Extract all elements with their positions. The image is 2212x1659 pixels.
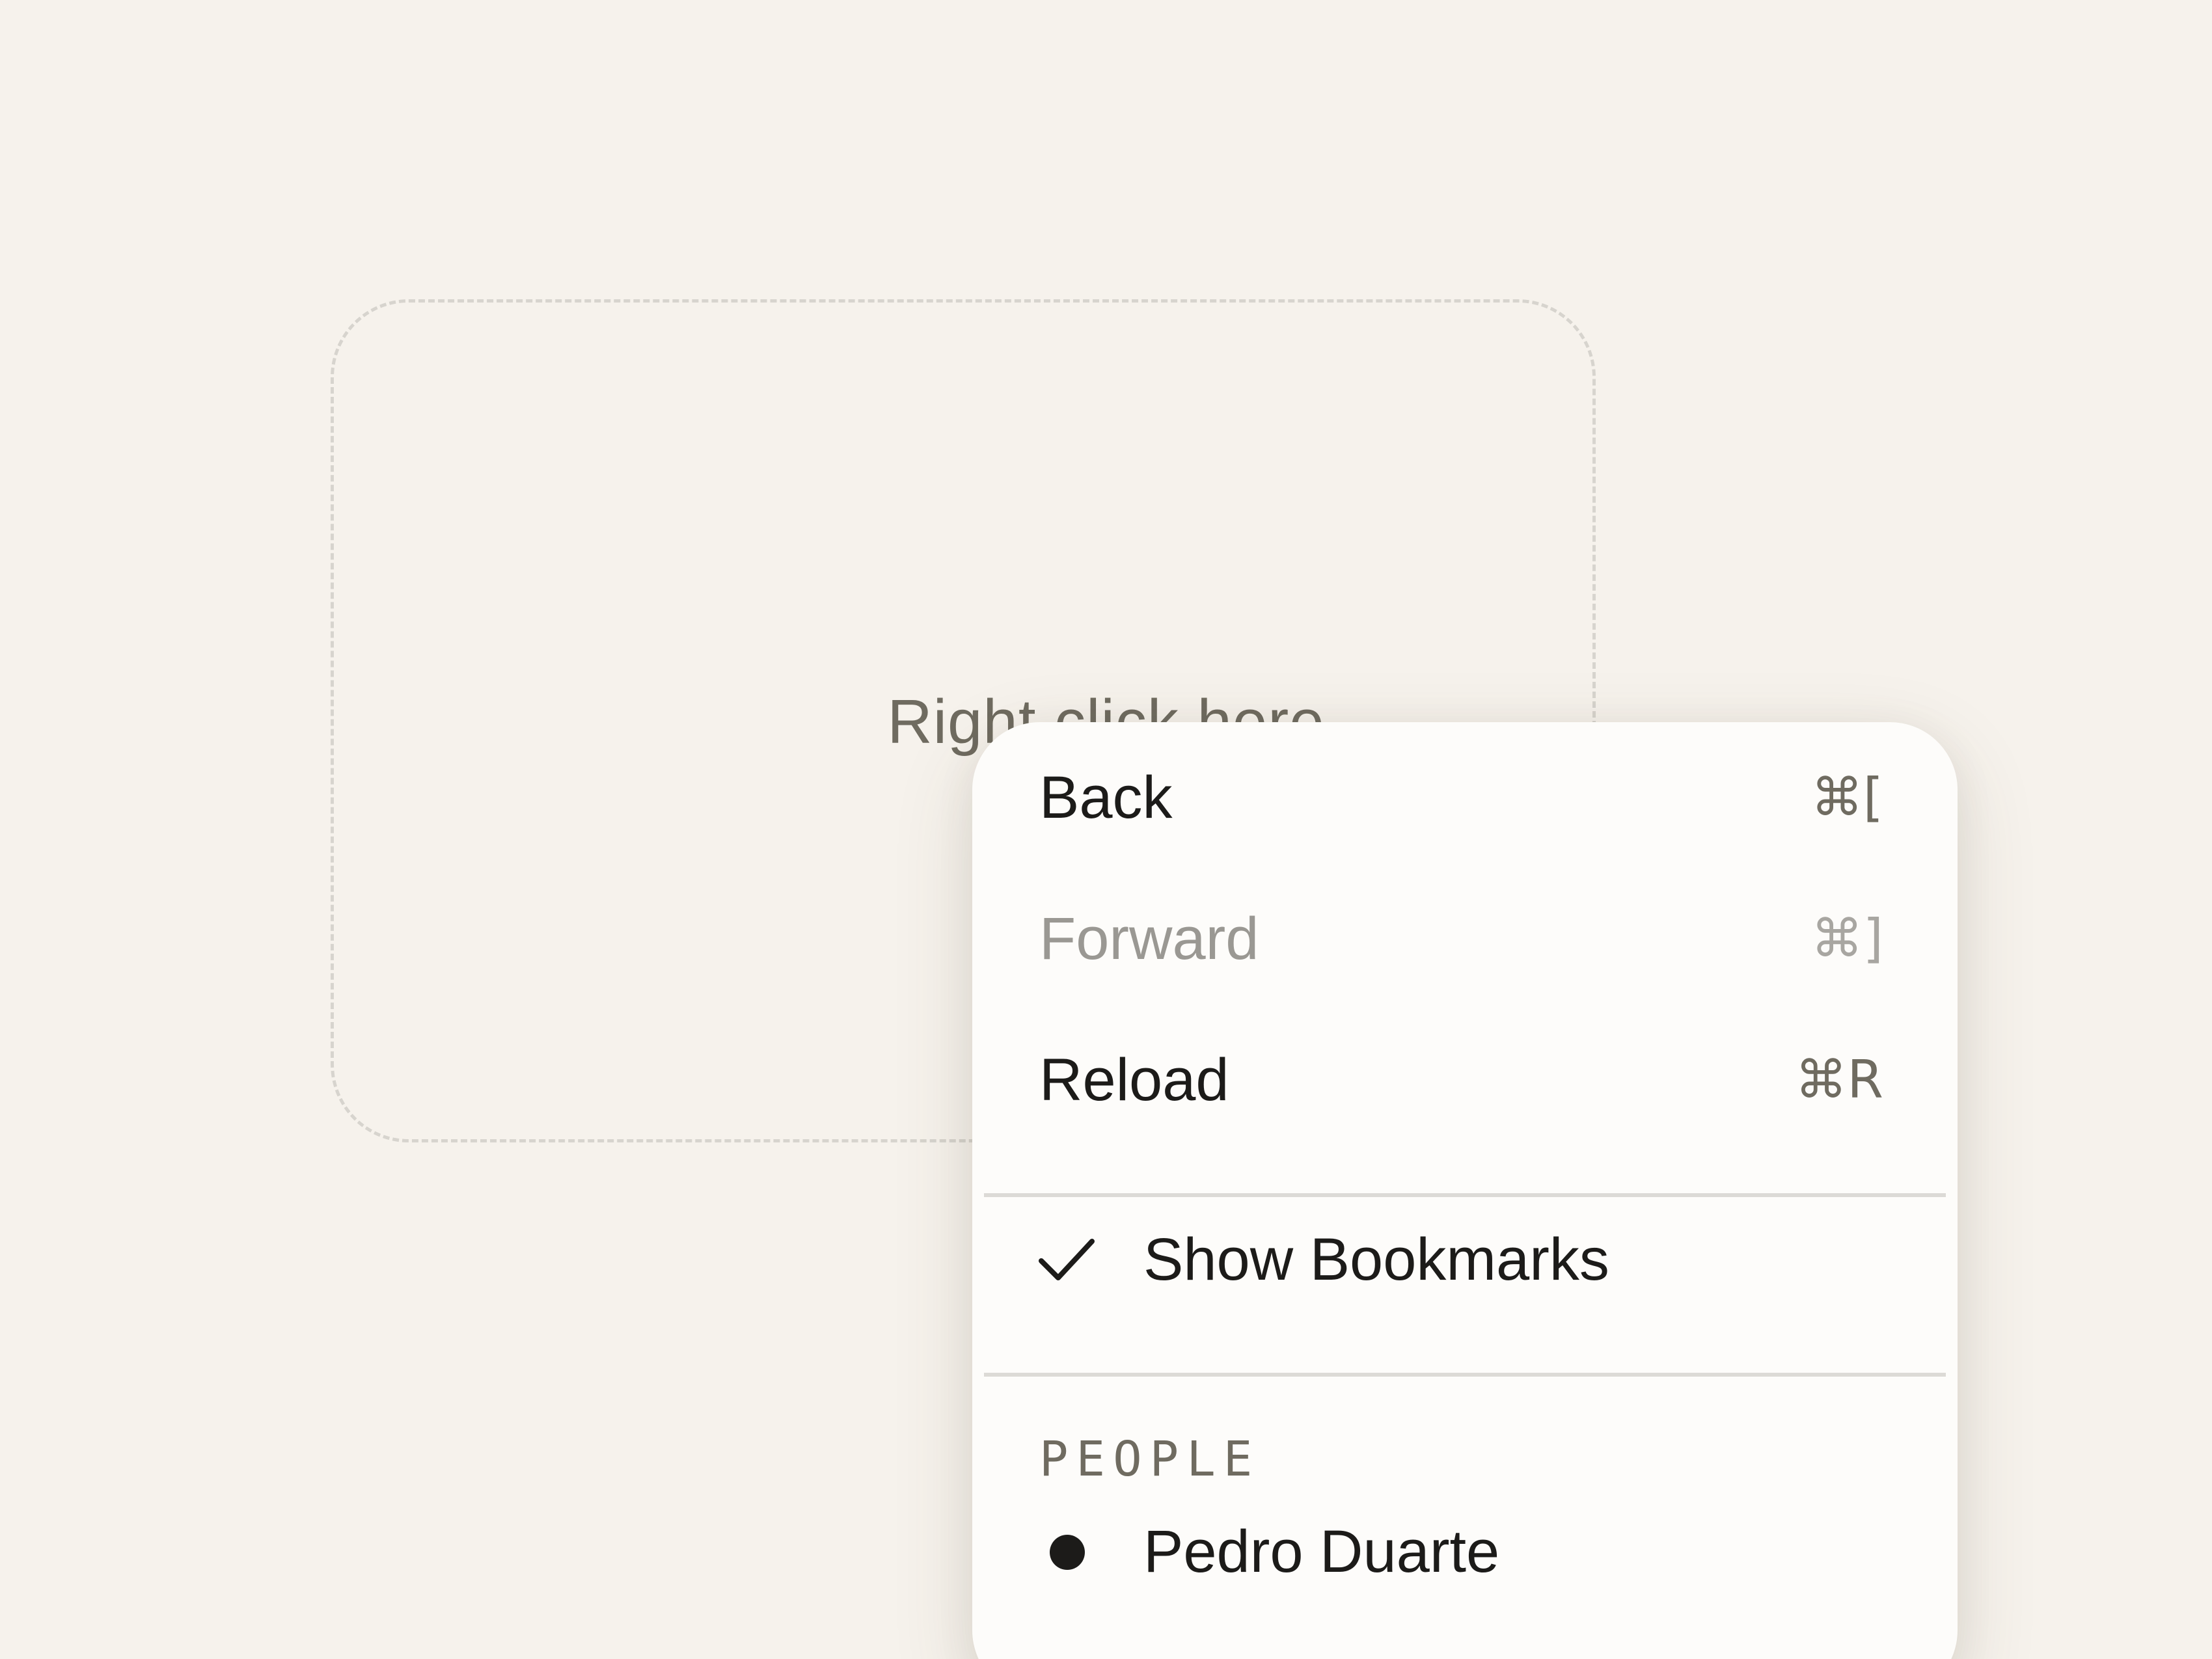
- menu-item-show-bookmarks[interactable]: Show Bookmarks: [972, 1194, 1958, 1325]
- dot-icon: [1050, 1535, 1085, 1570]
- menu-item-reload-shortcut: ⌘R: [1795, 1049, 1883, 1110]
- menu-item-back[interactable]: Back ⌘[: [972, 733, 1958, 863]
- menu-item-forward-label: Forward: [1039, 906, 1259, 972]
- page-canvas: Right click here Back ⌘[ Forward ⌘] Relo…: [0, 0, 2212, 1659]
- menu-item-forward-shortcut: ⌘]: [1810, 908, 1883, 969]
- menu-separator: [984, 1373, 1946, 1377]
- check-icon: [1039, 1239, 1095, 1280]
- menu-radio-item-pedro-duarte-label: Pedro Duarte: [1143, 1518, 1500, 1585]
- menu-group-label-people: PEOPLE: [1039, 1431, 1261, 1487]
- menu-item-back-shortcut: ⌘[: [1810, 767, 1883, 828]
- menu-item-reload-label: Reload: [1039, 1047, 1229, 1113]
- context-menu: Back ⌘[ Forward ⌘] Reload ⌘R Show Bookma…: [972, 722, 1958, 1659]
- menu-item-back-label: Back: [1039, 764, 1173, 831]
- menu-item-show-bookmarks-label: Show Bookmarks: [1143, 1226, 1609, 1293]
- menu-item-reload[interactable]: Reload ⌘R: [972, 1015, 1958, 1145]
- menu-radio-item-pedro-duarte[interactable]: Pedro Duarte: [972, 1487, 1958, 1617]
- menu-item-forward: Forward ⌘]: [972, 874, 1958, 1004]
